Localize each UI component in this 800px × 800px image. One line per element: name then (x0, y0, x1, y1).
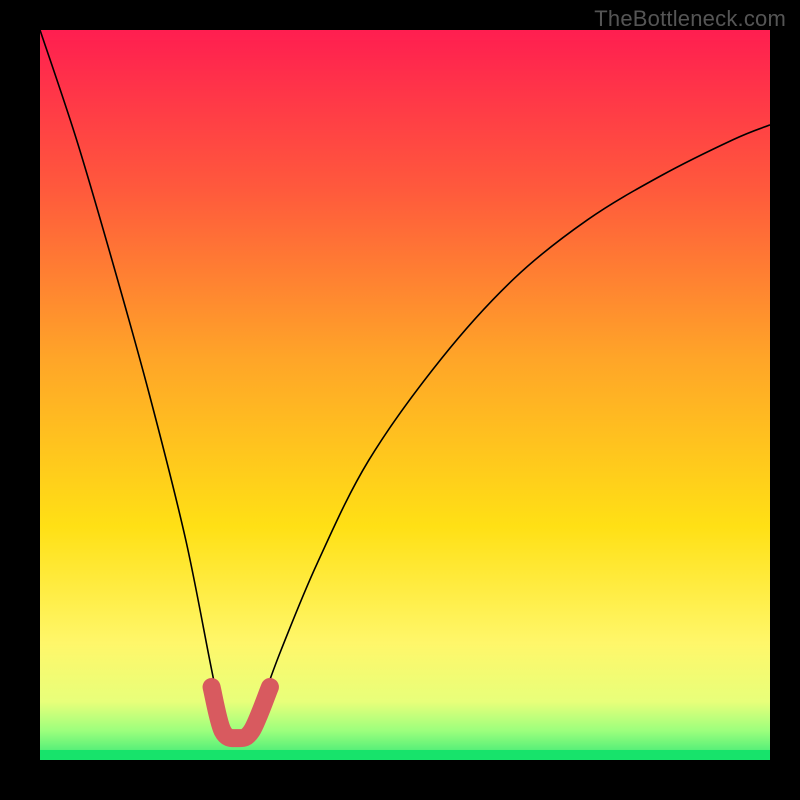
baseline-green-strip (40, 750, 770, 760)
chart-plot-area (40, 30, 770, 760)
watermark-text: TheBottleneck.com (594, 6, 786, 32)
chart-svg-layer (40, 30, 770, 760)
bottleneck-curve-line (40, 30, 770, 743)
curve-group (40, 30, 770, 743)
optimal-highlight-marker (212, 687, 270, 738)
